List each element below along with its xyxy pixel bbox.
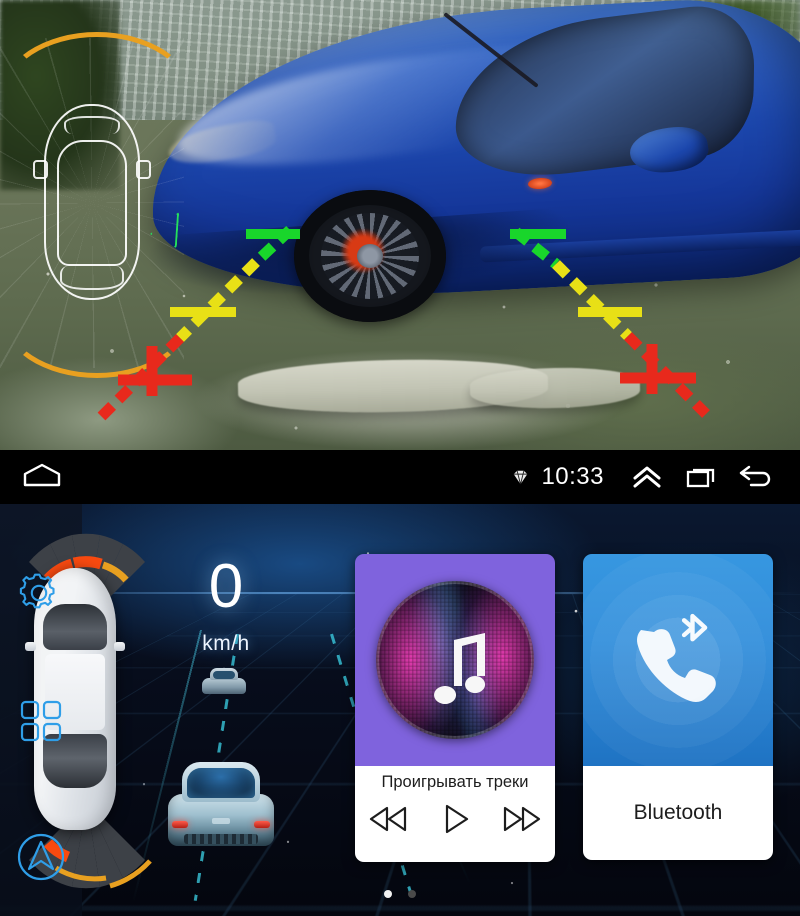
skip-previous-icon: [370, 806, 407, 832]
home-screen: 0 km/h Проигрывать треки Bluetooth: [0, 504, 800, 916]
wallpaper-distant-car: [202, 668, 246, 694]
near-car-taillight-right: [254, 821, 270, 828]
recents-icon: [686, 468, 715, 488]
back-button[interactable]: [728, 457, 782, 497]
sidebar-item-apps[interactable]: [14, 694, 68, 748]
music-widget-title: Проигрывать треки: [381, 773, 529, 791]
car-mirror-right: [114, 642, 125, 651]
music-widget-footer: Проигрывать треки: [355, 766, 555, 862]
apps-grid-icon: [20, 700, 62, 742]
next-track-button[interactable]: [496, 799, 548, 839]
music-note-icon: [434, 633, 486, 704]
navigation-compass-icon: [17, 833, 65, 881]
near-car-rear-window: [187, 768, 255, 798]
bluetooth-widget-icon-area: [583, 554, 773, 766]
near-car-licence-plate: [212, 818, 230, 824]
music-widget-artwork-area: [355, 554, 555, 766]
distant-car-body: [202, 678, 246, 694]
skip-next-icon: [503, 806, 540, 832]
page-dot-2[interactable]: [408, 890, 416, 898]
music-transport-controls: [355, 799, 555, 839]
chevron-double-up-icon: [633, 466, 661, 488]
parking-guideline-overlay: [96, 225, 710, 422]
phone-bluetooth-icon: [637, 613, 716, 702]
play-icon: [445, 804, 469, 834]
widget-music-player[interactable]: Проигрывать треки: [355, 554, 555, 862]
rear-view-camera-feed[interactable]: [0, 0, 800, 450]
near-car-taillight-left: [172, 821, 188, 828]
back-icon: [739, 465, 771, 487]
gem-icon: [505, 469, 535, 486]
wallpaper-near-car: [168, 762, 274, 846]
bluetooth-widget-footer: Bluetooth: [583, 766, 773, 860]
distant-car-window: [213, 671, 235, 679]
car-mirror-left: [25, 642, 36, 651]
android-navigation-bar: 10:33: [0, 450, 800, 504]
car-head-unit-screen: 10:33 0 km/h Проигрывать треки Bluetooth: [0, 0, 800, 916]
play-button[interactable]: [429, 799, 481, 839]
widget-bluetooth[interactable]: Bluetooth: [583, 554, 773, 860]
home-button[interactable]: [20, 462, 64, 492]
status-icons-group: 10:33: [505, 457, 782, 497]
gear-icon: [19, 573, 55, 609]
sidebar-item-navigation[interactable]: [14, 830, 68, 884]
expand-status-button[interactable]: [620, 457, 674, 497]
bluetooth-widget-title: Bluetooth: [633, 801, 723, 824]
music-album-disc: [376, 581, 534, 739]
recents-button[interactable]: [674, 457, 728, 497]
sidebar-item-settings[interactable]: [14, 566, 68, 620]
status-clock: 10:33: [541, 463, 604, 490]
page-dot-1[interactable]: [384, 890, 392, 898]
home-icon: [23, 463, 61, 492]
near-car-diffuser: [184, 834, 258, 844]
previous-track-button[interactable]: [362, 799, 414, 839]
page-indicator: [0, 890, 800, 898]
parking-sensor-widget[interactable]: [0, 504, 168, 916]
